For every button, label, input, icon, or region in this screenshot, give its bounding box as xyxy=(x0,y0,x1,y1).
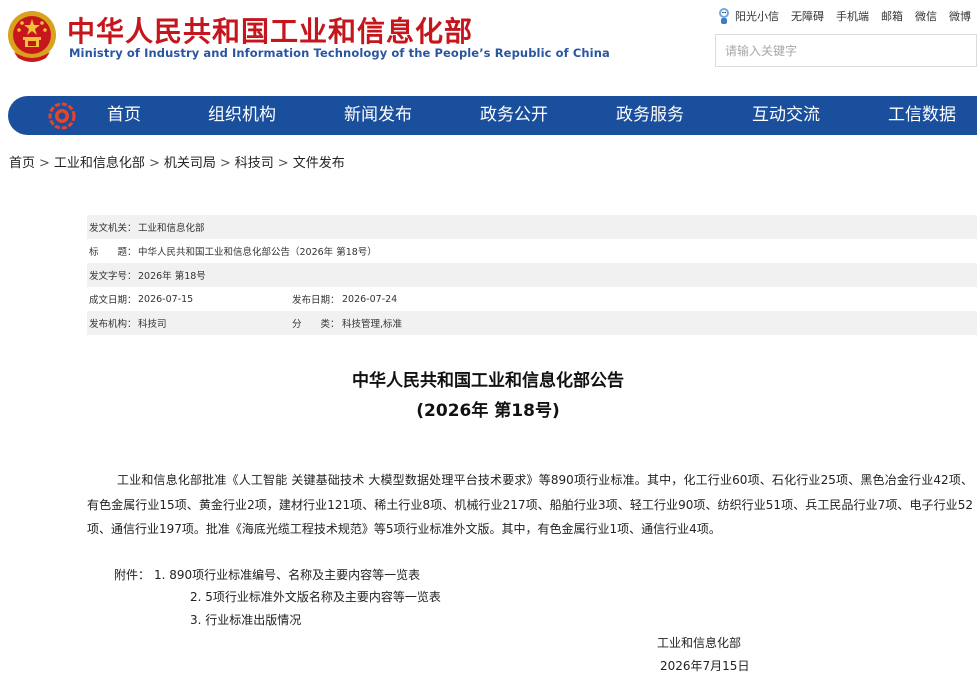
meta-issuer-label: 发文机关： xyxy=(89,223,137,234)
nav-item-home[interactable]: 首页 xyxy=(107,96,141,135)
meta-row-title: 标 题： 中华人民共和国工业和信息化部公告（2026年 第18号） xyxy=(87,239,977,263)
meta-title-value: 中华人民共和国工业和信息化部公告（2026年 第18号） xyxy=(138,247,377,258)
top-link-mobile[interactable]: 手机端 xyxy=(836,8,869,24)
breadcrumb-miit[interactable]: 工业和信息化部 xyxy=(54,156,145,171)
attachment-link-3[interactable]: 3. 行业标准出版情况 xyxy=(190,611,301,628)
search-input[interactable] xyxy=(716,35,976,66)
breadcrumb-separator: > xyxy=(39,156,50,171)
site-subtitle: Ministry of Industry and Information Tec… xyxy=(69,46,610,60)
breadcrumb: 首页 > 工业和信息化部 > 机关司局 > 科技司 > 文件发布 xyxy=(9,152,345,171)
meta-doc-no-value: 2026年 第18号 xyxy=(138,271,206,282)
meta-published-value: 2026-07-24 xyxy=(342,293,398,305)
nav-item-services[interactable]: 政务服务 xyxy=(616,96,684,135)
attachment-link-1[interactable]: 1. 890项行业标准编号、名称及主要内容等一览表 xyxy=(154,566,420,583)
meta-doc-no-label: 发文字号： xyxy=(89,271,137,282)
nav-item-organization[interactable]: 组织机构 xyxy=(208,96,276,135)
meta-row-issuer: 发文机关： 工业和信息化部 xyxy=(87,215,977,239)
document-meta-table: 发文机关： 工业和信息化部 标 题： 中华人民共和国工业和信息化部公告（2026… xyxy=(87,215,977,335)
top-link-sunshine[interactable]: 阳光小信 xyxy=(717,7,779,25)
top-link-weibo[interactable]: 微博 xyxy=(949,8,971,24)
meta-published-label: 发布日期： xyxy=(292,295,340,306)
breadcrumb-departments[interactable]: 机关司局 xyxy=(164,156,216,171)
meta-row-doc-no: 发文字号： 2026年 第18号 xyxy=(87,263,977,287)
breadcrumb-home[interactable]: 首页 xyxy=(9,156,35,171)
breadcrumb-documents[interactable]: 文件发布 xyxy=(293,156,345,171)
breadcrumb-tech-dept[interactable]: 科技司 xyxy=(235,156,274,171)
article-title: 中华人民共和国工业和信息化部公告 xyxy=(352,371,624,391)
meta-issuer-value: 工业和信息化部 xyxy=(138,223,205,234)
nav-item-public-affairs[interactable]: 政务公开 xyxy=(480,96,548,135)
search-box xyxy=(715,34,977,67)
article-title-number: (2026年 第18号) xyxy=(416,401,560,421)
top-link-accessibility[interactable]: 无障碍 xyxy=(791,8,824,24)
national-emblem-icon xyxy=(6,8,58,64)
article-body: 工业和信息化部批准《人工智能 关键基础技术 大模型数据处理平台技术要求》等890… xyxy=(87,473,973,536)
breadcrumb-separator: > xyxy=(219,156,231,171)
nav-item-news[interactable]: 新闻发布 xyxy=(344,96,412,135)
meta-category-value: 科技管理,标准 xyxy=(342,319,403,330)
site-title[interactable]: 中华人民共和国工业和信息化部 xyxy=(67,10,473,50)
top-link-label: 阳光小信 xyxy=(735,10,779,23)
meta-category-label: 分 类： xyxy=(292,319,340,330)
meta-written-value: 2026-07-15 xyxy=(138,293,194,305)
meta-org-label: 发布机构： xyxy=(89,319,137,330)
top-link-wechat[interactable]: 微信 xyxy=(915,8,937,24)
meta-row-dates: 成文日期： 2026-07-15 发布日期： 2026-07-24 xyxy=(87,287,977,311)
mascot-icon xyxy=(717,7,731,25)
main-nav: 首页 组织机构 新闻发布 政务公开 政务服务 互动交流 工信数据 xyxy=(8,96,977,135)
meta-org-value: 科技司 xyxy=(138,319,167,330)
top-link-mail[interactable]: 邮箱 xyxy=(881,8,903,24)
top-links: 阳光小信 无障碍 手机端 邮箱 微信 微博 xyxy=(717,7,971,25)
breadcrumb-separator: > xyxy=(277,156,289,171)
meta-written-label: 成文日期： xyxy=(89,295,137,306)
meta-title-label: 标 题： xyxy=(89,247,137,258)
miit-logo-icon xyxy=(48,102,76,130)
nav-item-interaction[interactable]: 互动交流 xyxy=(752,96,820,135)
signature-date: 2026年7月15日 xyxy=(660,659,750,673)
meta-row-org: 发布机构： 科技司 分 类： 科技管理,标准 xyxy=(87,311,977,335)
attachment-label: 附件： xyxy=(114,568,151,582)
breadcrumb-separator: > xyxy=(148,156,160,171)
signature-org: 工业和信息化部 xyxy=(657,636,742,650)
nav-item-data[interactable]: 工信数据 xyxy=(888,96,956,135)
attachment-link-2[interactable]: 2. 5项行业标准外文版名称及主要内容等一览表 xyxy=(190,588,441,605)
